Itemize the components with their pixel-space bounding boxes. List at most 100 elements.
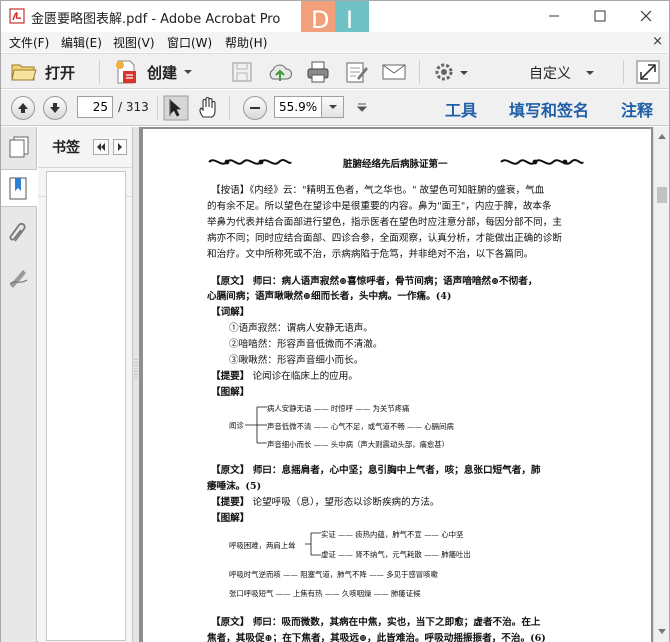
diagram-row: 病人安静无语 —— 时惊呼 —— 为关节疼痛 — [267, 404, 410, 413]
main-toolbar: 打开 创建 自定义 — [1, 53, 669, 89]
scrollbar-thumb[interactable] — [657, 187, 667, 203]
original-text-line: 【原文】 师曰：病人语声寂然⊕喜惊呼者，骨节间病；语声喑喑然⊕不彻者， — [211, 276, 538, 287]
note-line: 和治疗。文中所称死或不治，示病病陷于危笃，并非绝对不治，以下各篇同。 — [207, 249, 534, 260]
diagram-bracket-icon — [305, 532, 321, 556]
scroll-down-arrow-icon[interactable] — [657, 627, 667, 637]
open-button[interactable]: 打开 — [11, 57, 75, 87]
decorative-ornament-icon — [208, 159, 292, 165]
double-chevron-left-icon — [97, 143, 105, 151]
glossary-item: ③啾啾然：形容声音细小而长。 — [229, 355, 364, 366]
menu-window[interactable]: 窗口(W) — [167, 34, 212, 51]
arrow-up-icon — [18, 103, 28, 113]
svg-text:D: D — [311, 6, 329, 34]
create-label: 创建 — [147, 63, 178, 82]
fullscreen-icon[interactable] — [635, 59, 661, 85]
note-line: 的有余不足。所以望色在望诊中是很重要的内容。鼻为"面王"，内应于脾，故本条 — [207, 201, 552, 212]
vertical-scrollbar[interactable] — [653, 127, 669, 642]
fill-sign-pane-tab[interactable]: 填写和签名 — [509, 97, 589, 121]
page-thumbnails-icon[interactable] — [7, 135, 31, 159]
svg-text:I: I — [346, 6, 353, 34]
signature-pen-icon[interactable] — [7, 265, 31, 289]
create-button[interactable]: 创建 — [113, 57, 193, 87]
zoom-out-button[interactable] — [243, 96, 267, 120]
diagram-row: 虚证 —— 肾不纳气，元气耗散 —— 肺痿吐出 — [321, 550, 471, 559]
hand-tool-icon[interactable] — [195, 95, 221, 121]
close-icon — [640, 10, 652, 22]
chevron-right-icon — [118, 143, 122, 151]
menu-view[interactable]: 视图(V) — [113, 34, 155, 51]
original-text-line: 【原文】 师曰：吸而微数，其病在中焦，实也，当下之即愈；虚者不治。在上 — [211, 617, 541, 628]
bookmarks-tab-active[interactable] — [1, 169, 37, 207]
close-window-button[interactable] — [623, 1, 669, 31]
close-document-button[interactable]: × — [652, 34, 663, 49]
gear-icon[interactable] — [431, 59, 457, 85]
comment-pane-tab[interactable]: 注释 — [621, 97, 653, 121]
scroll-up-arrow-icon[interactable] — [657, 131, 667, 141]
note-line: 病亦不同；同时应结合面部、四诊合参，全面观察，认真分析，才能做出正确的诊断 — [207, 233, 562, 244]
chevron-down-icon — [586, 71, 594, 75]
glossary-heading: 【词解】 — [211, 307, 250, 318]
menu-edit[interactable]: 编辑(E) — [61, 34, 102, 51]
email-icon[interactable] — [381, 59, 407, 85]
bookmarks-list[interactable] — [46, 171, 126, 641]
collapse-panel-button[interactable] — [93, 139, 109, 155]
splitter-grip-icon — [134, 359, 138, 379]
zoom-level-input[interactable]: 55.9% — [274, 96, 322, 118]
arrow-down-icon — [50, 103, 60, 113]
document-viewer[interactable]: 脏腑经络先后病脉证第一 【按语】《内经》云："精明五色者，气之华也。" 故望色可… — [139, 127, 653, 642]
select-cursor-icon[interactable] — [163, 95, 189, 121]
title-bar: 金匮要略图表解.pdf - Adobe Acrobat Pro D I — [1, 1, 669, 37]
attachment-paperclip-icon[interactable] — [7, 221, 31, 245]
diagram-row: 声音细小而长 —— 头中病（声大则震动头部，痛愈甚） — [267, 440, 450, 449]
glossary-item: ②喑喑然：形容声音低微而不清澈。 — [229, 339, 383, 350]
maximize-button[interactable] — [577, 1, 623, 31]
customize-dropdown[interactable]: 自定义 — [529, 63, 571, 83]
edit-document-icon[interactable] — [343, 59, 369, 85]
glossary-item: ①语声寂然：谓病人安静无语声。 — [229, 323, 373, 334]
zoom-dropdown-button[interactable] — [322, 96, 344, 118]
diagram-row: 呼吸时气逆而咳 —— 阻塞气道，肺气不降 —— 多见于感冒咳嗽 — [229, 570, 438, 579]
diagram-root: 闻诊 — [229, 421, 244, 430]
toolbar-divider — [229, 96, 230, 120]
print-icon[interactable] — [305, 59, 331, 85]
acrobat-window: 金匮要略图表解.pdf - Adobe Acrobat Pro D I 文件(F… — [0, 0, 670, 642]
summary-text: 论闻诊在临床上的应用。 — [252, 371, 358, 382]
summary-heading: 【提要】 — [211, 371, 250, 382]
previous-page-button[interactable] — [11, 96, 35, 120]
page-number-input[interactable]: 25 — [77, 96, 113, 118]
summary-line: 【提要】 论闻诊在临床上的应用。 — [211, 369, 358, 385]
expand-panel-button[interactable] — [113, 139, 127, 155]
chevron-down-icon[interactable] — [459, 69, 469, 77]
menu-help[interactable]: 帮助(H) — [225, 34, 267, 51]
bookmarks-panel: 书签 — [38, 127, 133, 642]
cloud-upload-icon[interactable] — [267, 59, 293, 85]
tools-pane-tab[interactable]: 工具 — [445, 97, 477, 121]
more-tools-icon[interactable] — [357, 102, 367, 114]
diagram-heading: 【图解】 — [211, 387, 250, 398]
minus-icon — [250, 107, 260, 109]
toolbar-divider — [419, 60, 420, 84]
next-page-button[interactable] — [43, 96, 67, 120]
bookmark-icon — [9, 177, 27, 200]
note-line: 举鼻为代表并结合面部进行望色，指示医者在望色时应注意分部，每因分部不同，主 — [207, 217, 562, 228]
create-pdf-icon — [116, 60, 136, 84]
open-label: 打开 — [45, 63, 76, 82]
folder-icon — [11, 64, 37, 81]
window-title: 金匮要略图表解.pdf - Adobe Acrobat Pro — [31, 12, 281, 27]
original-text-line: 痿唾沫。(5) — [207, 481, 262, 492]
diagram-row: 张口呼吸短气 —— 上焦有热 —— 久咳咽燥 —— 肺痿证候 — [229, 589, 421, 598]
pdf-page: 脏腑经络先后病脉证第一 【按语】《内经》云："精明五色者，气之华也。" 故望色可… — [143, 129, 651, 642]
page-total: / 313 — [118, 100, 149, 114]
summary-text: 论望呼吸（息），望形态以诊断疾病的方法。 — [252, 497, 440, 508]
note-line: 【按语】《内经》云："精明五色者，气之华也。" 故望色可知脏腑的盛衰，气血 — [211, 185, 545, 196]
original-text-line: 【原文】 师曰：息摇肩者，心中坚；息引胸中上气者，咳；息张口短气者，肺 — [211, 465, 541, 476]
navigation-pane-strip — [1, 127, 37, 642]
minimize-button[interactable] — [531, 1, 577, 31]
acrobat-app-icon — [9, 8, 25, 24]
running-header: 脏腑经络先后病脉证第一 — [343, 159, 448, 170]
original-text-line: 焦者，其吸促⊕；在下焦者，其吸远⊕，此皆难治。呼吸动摇振振者，不治。(6) — [207, 633, 546, 642]
diagram-root: 呼吸困难，两肩上耸 — [229, 541, 296, 550]
diagram-row: 声音低微不清 —— 心气不足，或气道不畅 —— 心膈间病 — [267, 422, 454, 431]
menu-file[interactable]: 文件(F) — [9, 34, 49, 51]
save-icon[interactable] — [229, 59, 255, 85]
